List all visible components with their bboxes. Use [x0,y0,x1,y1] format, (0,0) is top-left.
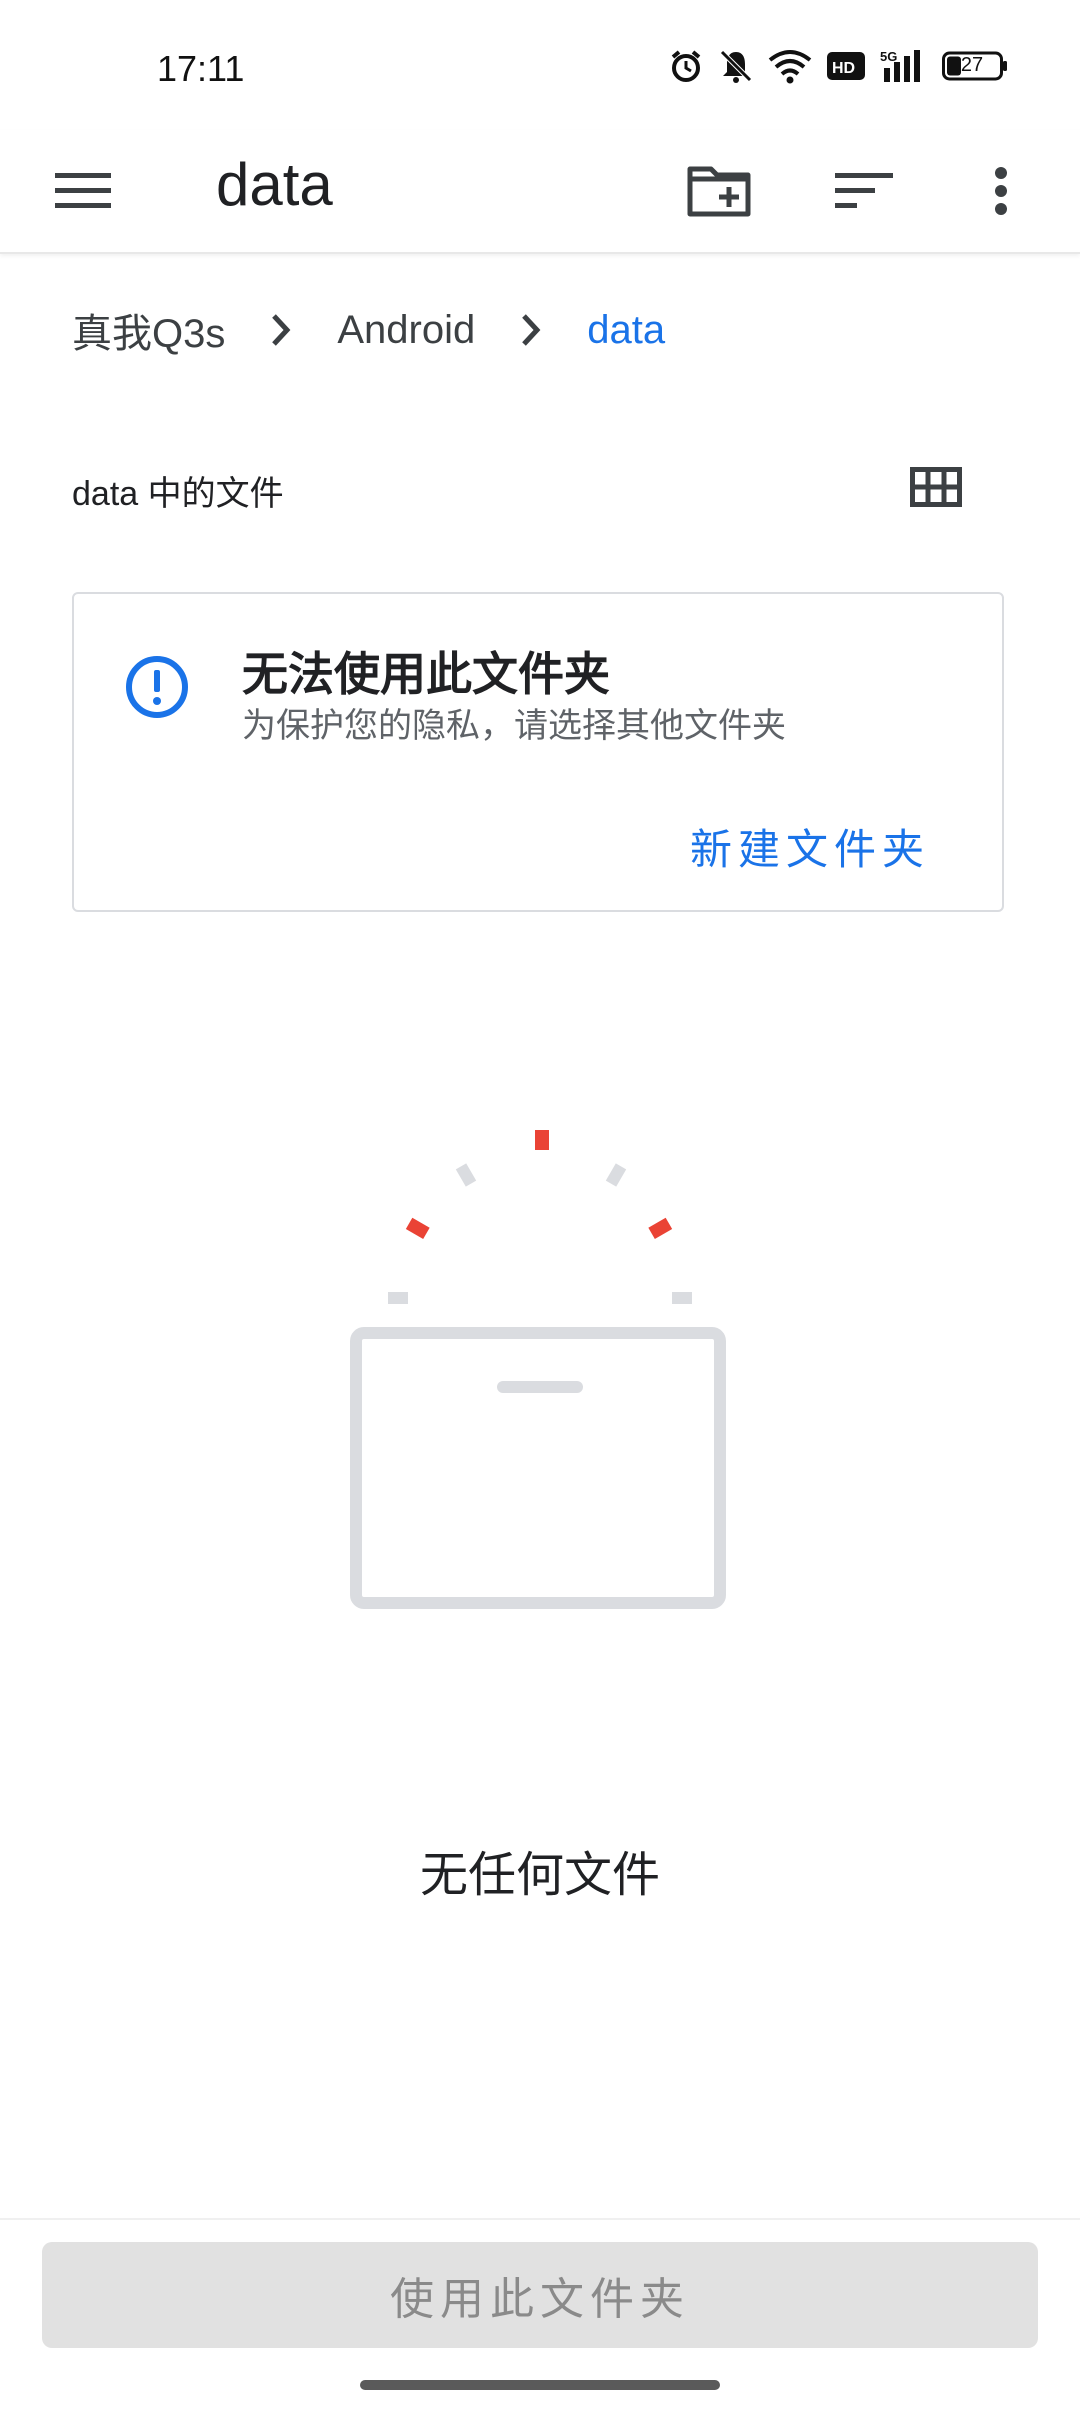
battery-level: 27 [960,54,984,76]
breadcrumb-item-data[interactable]: data [587,308,665,353]
status-time: 17:11 [157,48,245,89]
illustration-spark [388,1292,408,1304]
empty-message: 无任何文件 [419,1847,660,1903]
illustration-spark [605,1163,627,1187]
breadcrumb-item-device[interactable]: 真我Q3s [72,301,225,359]
menu-button[interactable] [48,156,118,226]
illustration-box [350,1327,726,1609]
svg-text:HD: HD [832,60,855,77]
notice-subtitle: 为保护您的隐私，请选择其他文件夹 [242,706,786,746]
battery-indicator: 27 [942,51,1008,81]
more-vert-icon [995,167,1007,215]
alert-circle-icon [126,656,188,718]
notice-card: 无法使用此文件夹 为保护您的隐私，请选择其他文件夹 新建文件夹 [72,592,1004,912]
wifi-icon [768,50,812,84]
more-options-button[interactable] [966,156,1036,226]
hd-icon: HD [827,52,865,80]
chevron-right-icon [271,313,291,347]
sort-button[interactable] [829,156,899,226]
alarm-icon [671,50,701,82]
view-toggle-button[interactable] [906,462,966,512]
illustration-spark [455,1163,477,1187]
app-bar: data [0,130,1080,254]
status-icons: HD 5G 27 [668,44,1008,88]
illustration-spark [405,1217,430,1240]
5g-signal-icon: 5G [880,49,920,82]
new-folder-link[interactable]: 新建文件夹 [690,816,930,877]
home-indicator[interactable] [360,2380,720,2390]
notice-title: 无法使用此文件夹 [242,647,610,701]
illustration-slot [497,1381,583,1393]
illustration-spark [672,1292,692,1304]
grid-view-icon [910,467,962,507]
breadcrumb: 真我Q3s Android data [72,300,665,360]
new-folder-icon [687,166,751,217]
page-title: data [216,151,333,218]
section-label: data 中的文件 [72,475,284,513]
breadcrumb-item-android[interactable]: Android [337,308,475,353]
sort-icon [835,173,893,208]
svg-text:5G: 5G [880,49,897,64]
use-folder-button[interactable]: 使用此文件夹 [42,2242,1038,2348]
new-folder-button[interactable] [684,156,754,226]
chevron-right-icon [521,313,541,347]
bottom-bar: 使用此文件夹 [0,2218,1080,2414]
illustration-spark [648,1217,673,1240]
menu-icon [55,173,111,208]
empty-box-icon [350,1130,726,1609]
status-bar: 17:11 HD 5G 27 [0,0,1080,130]
illustration-spark [535,1130,549,1150]
mute-icon [720,50,752,83]
